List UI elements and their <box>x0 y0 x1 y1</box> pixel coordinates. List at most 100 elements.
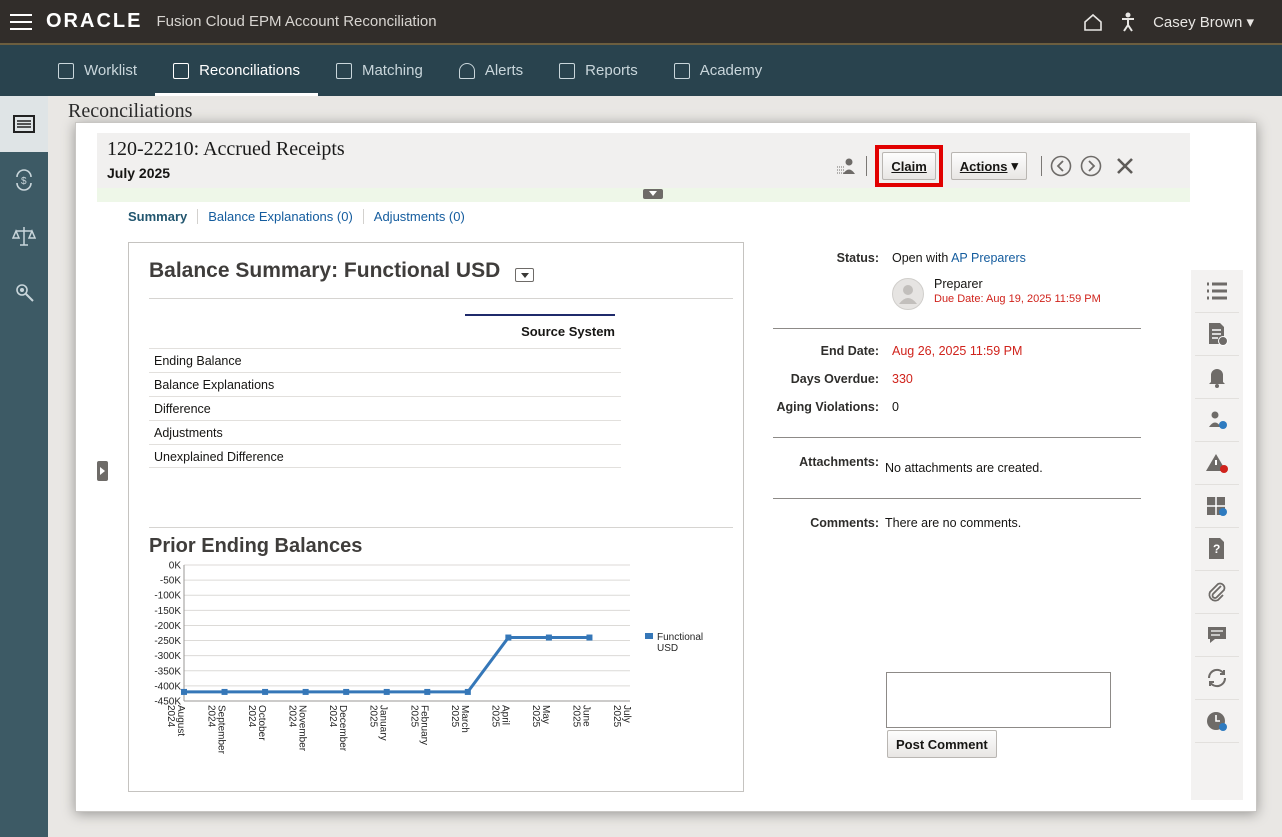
question-icon[interactable]: ? <box>1195 528 1239 571</box>
y-tick-label: -350K <box>154 666 181 677</box>
data-point <box>505 634 512 641</box>
list-icon[interactable] <box>1195 270 1239 313</box>
x-tick-label: September2024 <box>206 705 227 755</box>
aging-violations-value: 0 <box>892 400 899 414</box>
data-point <box>262 688 269 695</box>
post-comment-button[interactable]: Post Comment <box>887 730 997 758</box>
days-overdue-value: 330 <box>892 372 913 386</box>
comments-label: Comments: <box>810 516 879 530</box>
history-icon[interactable] <box>1195 657 1239 700</box>
attachment-icon[interactable] <box>1195 571 1239 614</box>
y-tick-label: -150K <box>154 606 181 617</box>
tab-label: Academy <box>699 62 763 79</box>
tab-worklist[interactable]: Worklist <box>40 45 155 96</box>
x-tick-label: May2025 <box>530 705 551 728</box>
tab-reconciliations[interactable]: Reconciliations <box>155 45 318 96</box>
prior-balances-chart: 0K -50K -100K -150K -200K -250K -300K -350K -400… <box>154 561 703 755</box>
claim-button[interactable]: Claim <box>882 152 936 180</box>
data-point <box>221 688 228 695</box>
workflow-icon[interactable] <box>1195 485 1239 528</box>
detail-tabs: Summary Balance Explanations (0) Adjustm… <box>128 209 475 224</box>
tab-summary[interactable]: Summary <box>128 209 197 224</box>
close-icon[interactable] <box>1114 155 1136 177</box>
claim-highlight: Claim <box>875 145 943 187</box>
table-row: Unexplained Difference <box>149 444 621 468</box>
data-point <box>464 688 471 695</box>
rail-reconciliations[interactable] <box>0 96 48 152</box>
reconciliation-dialog: 120-22210: Accrued Receipts July 2025 Cl… <box>75 122 1257 812</box>
ap-preparers-link[interactable]: AP Preparers <box>951 251 1026 265</box>
summary-panel: Balance Summary: Functional USD Source S… <box>128 242 744 792</box>
status-value: Open with AP Preparers <box>892 251 1026 265</box>
matching-icon <box>335 62 352 79</box>
dialog-toolbar: Claim Actions ▾ <box>836 145 1136 187</box>
data-point <box>343 688 350 695</box>
x-tick-label: March2025 <box>449 705 470 733</box>
legend-swatch <box>645 633 653 639</box>
next-icon[interactable] <box>1080 155 1102 177</box>
gear-search-icon <box>16 284 34 302</box>
divider <box>149 298 733 299</box>
tab-reports[interactable]: Reports <box>541 45 656 96</box>
tab-alerts[interactable]: Alerts <box>441 45 541 96</box>
warning-icon[interactable] <box>1195 442 1239 485</box>
rail-settings[interactable] <box>0 264 48 320</box>
main-nav: Worklist Reconciliations Matching Alerts… <box>0 43 1282 96</box>
attachments-label: Attachments: <box>799 455 879 469</box>
x-tick-label: December2024 <box>327 705 348 752</box>
divider <box>773 328 1141 329</box>
end-date-value: Aug 26, 2025 11:59 PM <box>892 344 1023 358</box>
previous-icon[interactable] <box>1050 155 1072 177</box>
comment-input[interactable] <box>886 672 1111 728</box>
divider <box>773 437 1141 438</box>
currency-dropdown[interactable] <box>515 268 534 282</box>
x-tick-label: January2025 <box>368 705 389 741</box>
y-tick-label: -100K <box>154 591 181 602</box>
table-row: Difference <box>149 396 621 420</box>
menu-icon[interactable] <box>10 13 32 30</box>
collapse-header-icon[interactable] <box>643 189 663 199</box>
toolbar-separator <box>1041 156 1042 176</box>
clock-icon[interactable] <box>1195 700 1239 743</box>
accessibility-icon[interactable] <box>1121 12 1135 32</box>
assign-user-icon[interactable] <box>836 155 858 177</box>
attachments-value: No attachments are created. <box>885 461 1043 475</box>
users-icon[interactable] <box>1195 399 1239 442</box>
home-icon[interactable] <box>1083 12 1103 32</box>
y-tick-label: -250K <box>154 636 181 647</box>
tab-academy[interactable]: Academy <box>656 45 781 96</box>
days-overdue-label: Days Overdue: <box>790 372 879 386</box>
clipboard-icon <box>58 62 74 79</box>
list-icon <box>173 62 190 79</box>
data-point <box>424 688 431 695</box>
preparer-due-date: Due Date: Aug 19, 2025 11:59 PM <box>934 293 1101 305</box>
data-point <box>181 688 187 695</box>
info-doc-icon[interactable] <box>1195 313 1239 356</box>
balance-summary-table: Ending Balance Balance Explanations Diff… <box>149 348 621 468</box>
comment-icon[interactable] <box>1195 614 1239 657</box>
preparer-role: Preparer <box>934 277 983 291</box>
status-label: Status: <box>836 251 879 265</box>
status-prefix: Open with <box>892 251 949 265</box>
source-system-header: Source System <box>465 314 615 339</box>
app-title: Fusion Cloud EPM Account Reconciliation <box>156 13 437 30</box>
data-point <box>545 634 552 641</box>
actions-button[interactable]: Actions ▾ <box>950 152 1027 180</box>
left-rail: $ <box>0 96 48 837</box>
table-row: Adjustments <box>149 420 621 444</box>
tab-balance-explanations[interactable]: Balance Explanations (0) <box>197 209 363 224</box>
table-icon <box>13 115 35 133</box>
divider <box>773 498 1141 499</box>
expand-panel-icon[interactable] <box>97 461 108 481</box>
rail-transactions[interactable]: $ <box>0 152 48 208</box>
tab-matching[interactable]: Matching <box>318 45 441 96</box>
tab-label: Reconciliations <box>199 62 300 79</box>
tab-adjustments[interactable]: Adjustments (0) <box>362 209 475 224</box>
x-tick-label: June2025 <box>570 705 591 728</box>
oracle-logo[interactable]: ORACLE <box>46 10 142 33</box>
divider <box>149 527 733 528</box>
alert-bell-icon[interactable] <box>1195 356 1239 399</box>
table-row: Balance Explanations <box>149 372 621 396</box>
user-menu[interactable]: Casey Brown ▾ <box>1153 13 1254 31</box>
rail-balances[interactable] <box>0 208 48 264</box>
